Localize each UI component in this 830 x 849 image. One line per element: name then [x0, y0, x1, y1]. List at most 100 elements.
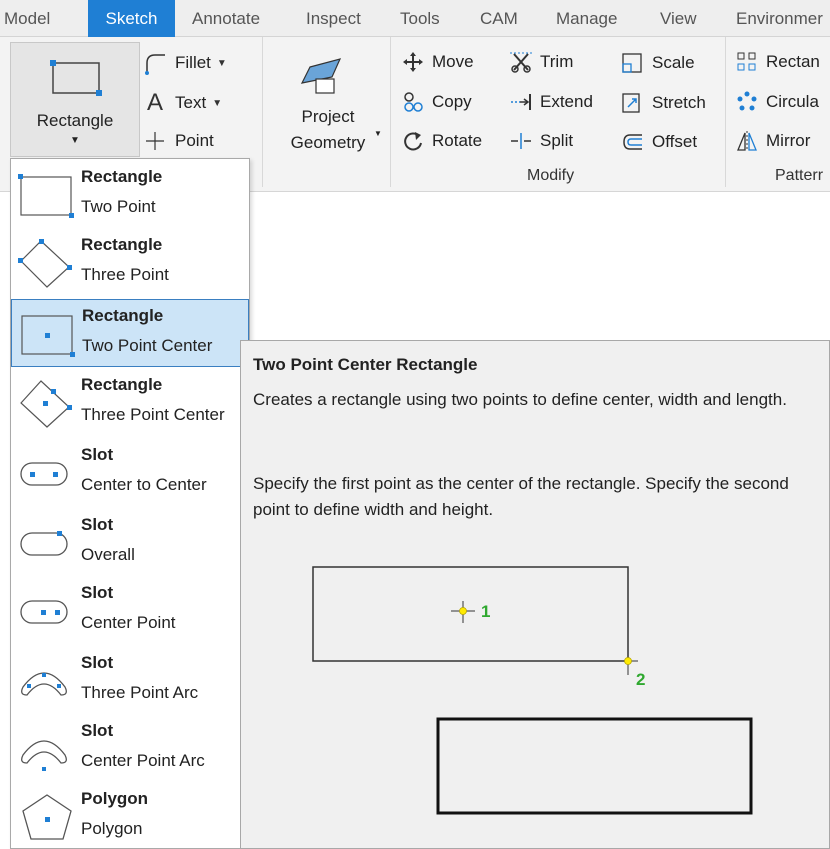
ribbon-separator — [390, 37, 391, 187]
trim-button[interactable]: Trim — [510, 51, 573, 73]
menu-item-title: Slot — [81, 515, 114, 534]
tooltip-description: Creates a rectangle using two points to … — [253, 390, 787, 409]
corner-point-marker — [618, 653, 638, 675]
text-icon: A — [146, 89, 163, 116]
slot-center-to-center-icon — [20, 462, 68, 486]
center-point-marker — [451, 601, 475, 623]
tab-cam[interactable]: CAM — [478, 0, 520, 37]
extend-button[interactable]: Extend — [510, 91, 593, 113]
menu-item-rectangle-three-point[interactable]: Rectangle Three Point — [11, 229, 249, 297]
project-geometry-caret-icon[interactable]: ▼ — [374, 129, 382, 138]
tab-model[interactable]: Model — [2, 0, 52, 37]
fillet-icon — [145, 54, 165, 75]
text-button[interactable]: A Text ▼ — [143, 89, 222, 117]
fillet-caret-icon[interactable]: ▼ — [217, 58, 227, 69]
scale-label: Scale — [652, 53, 695, 72]
move-icon — [403, 52, 423, 72]
copy-button[interactable]: Copy — [402, 91, 472, 113]
menu-item-title: Slot — [81, 653, 114, 672]
menu-item-title: Rectangle — [81, 235, 163, 254]
offset-label: Offset — [652, 132, 698, 151]
menu-item-title: Polygon — [81, 789, 149, 808]
slot-three-point-arc-icon — [21, 672, 67, 696]
pattern-group-label: Patterr — [775, 167, 824, 184]
project-label-line2: Geometry — [290, 133, 366, 152]
slot-overall-icon — [20, 531, 68, 556]
ribbon-separator — [725, 37, 726, 187]
tab-inspect[interactable]: Inspect — [304, 0, 363, 37]
rectangle-two-point-icon — [18, 174, 74, 218]
text-caret-icon[interactable]: ▼ — [212, 98, 222, 109]
tab-sketch[interactable]: Sketch — [88, 0, 175, 37]
menu-item-subtitle: Two Point Center — [82, 336, 213, 355]
fillet-button[interactable]: Fillet ▼ — [143, 51, 227, 75]
tab-tools[interactable]: Tools — [398, 0, 442, 37]
menu-item-slot-center-point[interactable]: Slot Center Point — [11, 577, 249, 645]
menu-item-title: Rectangle — [82, 306, 164, 325]
stretch-icon — [622, 93, 640, 113]
rectangle-dropdown-caret-icon[interactable]: ▼ — [11, 135, 139, 146]
split-button[interactable]: Split — [510, 130, 573, 152]
project-geometry-button[interactable]: Project Geometry ▼ — [270, 45, 386, 165]
tooltip-illustration: 1 2 — [312, 566, 753, 815]
menu-item-title: Slot — [81, 721, 114, 740]
project-label-line1: Project — [301, 107, 355, 126]
canvas-left-edge — [0, 192, 10, 849]
point-button[interactable]: Point — [143, 129, 214, 153]
offset-button[interactable]: Offset — [620, 130, 697, 154]
menu-item-slot-center-point-arc[interactable]: Slot Center Point Arc — [11, 715, 249, 783]
menu-item-slot-center-to-center[interactable]: Slot Center to Center — [11, 439, 249, 507]
rectangle-split-button[interactable]: Rectangle ▼ — [10, 42, 140, 157]
tab-view[interactable]: View — [658, 0, 699, 37]
tab-manage[interactable]: Manage — [554, 0, 619, 37]
point-2-label: 2 — [636, 670, 645, 689]
tab-annotate[interactable]: Annotate — [190, 0, 262, 37]
rectangle-three-point-center-icon — [20, 380, 72, 428]
menu-item-subtitle: Center Point Arc — [81, 751, 205, 770]
scale-button[interactable]: Scale — [620, 51, 695, 75]
menu-item-rectangle-two-point[interactable]: Rectangle Two Point — [11, 161, 249, 229]
menu-item-subtitle: Three Point — [81, 265, 169, 284]
mirror-icon — [737, 131, 757, 151]
scale-icon — [622, 53, 642, 73]
menu-item-slot-three-point-arc[interactable]: Slot Three Point Arc — [11, 647, 249, 715]
text-label: Text — [175, 93, 207, 112]
menu-item-rectangle-three-point-center[interactable]: Rectangle Three Point Center — [11, 369, 249, 437]
menu-item-subtitle: Overall — [81, 545, 135, 564]
rectangular-pattern-icon — [737, 52, 756, 71]
polygon-icon — [22, 794, 72, 840]
stretch-label: Stretch — [652, 93, 706, 112]
command-tooltip: Two Point Center Rectangle Creates a rec… — [240, 340, 830, 849]
modify-group-label: Modify — [527, 167, 575, 184]
menu-item-subtitle: Three Point Arc — [81, 683, 199, 702]
menu-item-subtitle: Polygon — [81, 819, 143, 838]
split-label: Split — [540, 131, 574, 150]
tooltip-instructions: Specify the first point as the center of… — [253, 474, 789, 519]
menu-item-title: Slot — [81, 445, 114, 464]
menu-item-subtitle: Center to Center — [81, 475, 207, 494]
rectangular-pattern-button[interactable]: Rectan — [736, 51, 820, 73]
extend-label: Extend — [540, 92, 593, 111]
circular-pattern-button[interactable]: Circula — [736, 91, 819, 113]
copy-icon — [404, 92, 423, 112]
move-button[interactable]: Move — [402, 51, 474, 73]
move-label: Move — [432, 52, 474, 71]
menu-item-slot-overall[interactable]: Slot Overall — [11, 509, 249, 577]
menu-item-polygon[interactable]: Polygon Polygon — [11, 783, 249, 849]
trim-icon — [510, 52, 532, 73]
menu-item-subtitle: Center Point — [81, 613, 176, 632]
tooltip-title: Two Point Center Rectangle — [253, 355, 478, 374]
extend-icon — [511, 94, 531, 110]
copy-label: Copy — [432, 92, 472, 111]
tab-environments[interactable]: Environmer — [734, 0, 825, 37]
menu-item-rectangle-two-point-center[interactable]: Rectangle Two Point Center — [11, 299, 249, 367]
rotate-icon — [404, 132, 422, 151]
mirror-label: Mirror — [766, 131, 811, 150]
mirror-button[interactable]: Mirror — [736, 130, 810, 152]
stretch-button[interactable]: Stretch — [620, 91, 706, 115]
trim-label: Trim — [540, 52, 574, 71]
slot-center-point-icon — [20, 600, 68, 624]
split-icon — [511, 133, 531, 149]
point-icon — [146, 132, 164, 150]
rotate-button[interactable]: Rotate — [402, 130, 482, 152]
